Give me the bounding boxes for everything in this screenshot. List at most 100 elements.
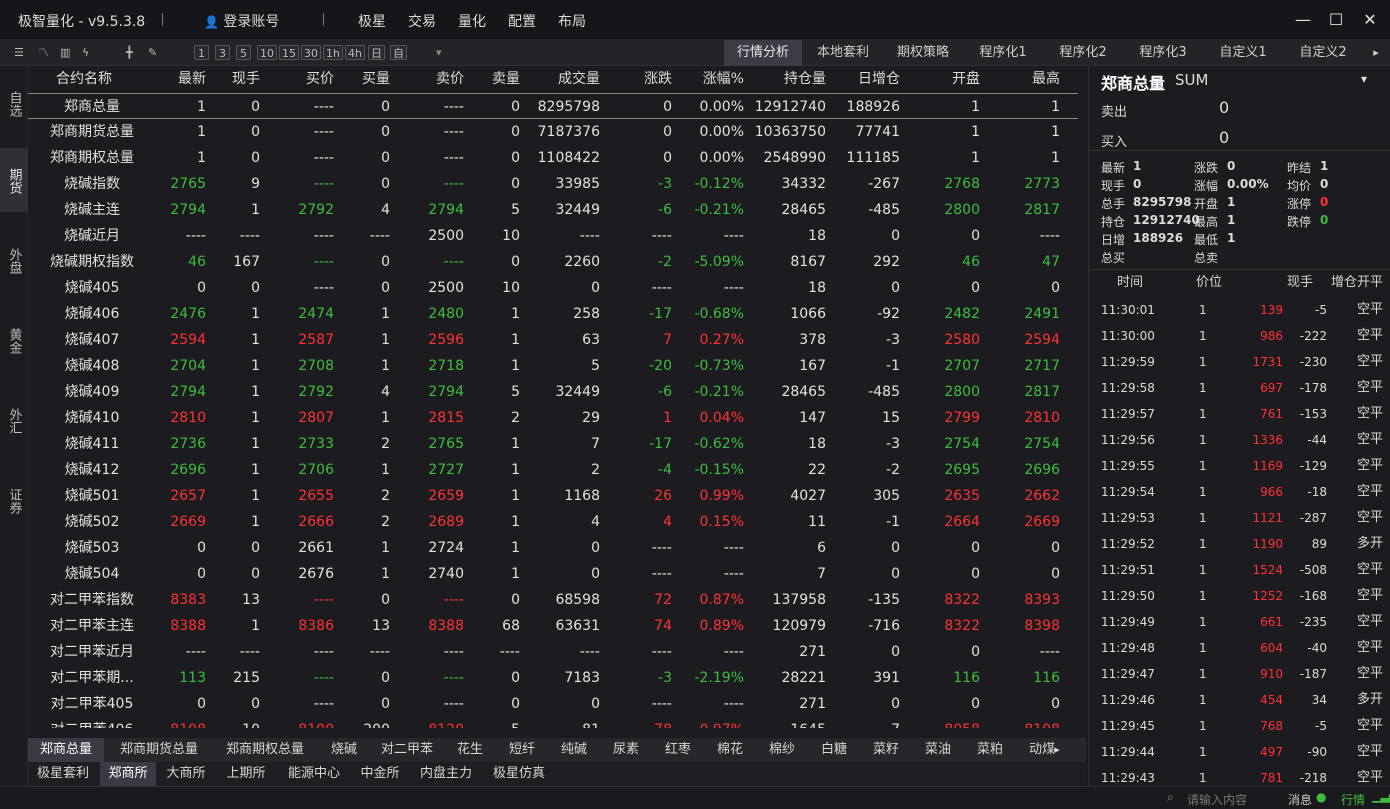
product-tab[interactable]: 纯碱 bbox=[550, 738, 598, 762]
table-row[interactable]: 烧碱412 2696 1 2706 1 2727 1 2 -4 -0.15% 22 -2 2695 269… bbox=[28, 457, 1078, 483]
column-header[interactable]: 成交量 bbox=[520, 66, 600, 92]
column-header[interactable]: 卖价 bbox=[390, 66, 464, 92]
period-4h[interactable]: 4h bbox=[345, 45, 365, 60]
column-header[interactable]: 开盘 bbox=[900, 66, 980, 92]
product-tab[interactable]: 菜油 bbox=[914, 738, 962, 762]
product-tab[interactable]: 对二甲苯 bbox=[372, 738, 442, 762]
column-header[interactable]: 合约名称 bbox=[28, 66, 140, 92]
product-tab[interactable]: 郑商期货总量 bbox=[108, 738, 210, 762]
product-tab[interactable]: 菜籽 bbox=[862, 738, 910, 762]
close-button[interactable]: ✕ bbox=[1357, 8, 1383, 32]
minimize-button[interactable]: — bbox=[1290, 8, 1316, 32]
table-row[interactable]: 烧碱期权指数 46 167 ---- 0 ---- 0 2260 -2 -5.09% 8167 292… bbox=[28, 249, 1078, 275]
tab-program-1[interactable]: 程序化1 bbox=[964, 40, 1042, 66]
column-header[interactable]: 涨幅% bbox=[672, 66, 744, 92]
period-30[interactable]: 30 bbox=[301, 45, 321, 60]
table-row[interactable]: 对二甲苯405 0 0 ---- 0 ---- 0 0 ---- ---- 271 0 0 0 bbox=[28, 691, 1078, 717]
product-tab[interactable]: 棉纱 bbox=[758, 738, 806, 762]
table-row[interactable]: 对二甲苯近月 ---- ---- ---- ---- ---- ---- ---- ---- --… bbox=[28, 639, 1078, 665]
menu-jixing[interactable]: 极星 bbox=[358, 11, 386, 31]
table-row[interactable]: 烧碱503 0 0 2661 1 2724 1 0 ---- ---- 6 0 0 0 bbox=[28, 535, 1078, 561]
tab-market-analysis[interactable]: 行情分析 bbox=[724, 40, 802, 66]
tab-custom-2[interactable]: 自定义2 bbox=[1284, 40, 1362, 66]
message-button[interactable]: 消息 bbox=[1288, 791, 1312, 808]
search-input[interactable]: 请输入内容 bbox=[1187, 791, 1247, 808]
table-row[interactable]: 对二甲苯指数 8383 13 ---- 0 ---- 0 68598 72 0.87% 137958… bbox=[28, 587, 1078, 613]
tab-scroll-right-icon[interactable]: ▸ bbox=[1366, 40, 1386, 66]
product-tab[interactable]: 白糖 bbox=[810, 738, 858, 762]
exchange-tab[interactable]: 大商所 bbox=[158, 762, 214, 786]
draw-line-icon[interactable]: ✎ bbox=[148, 45, 157, 60]
list-view-icon[interactable]: ☰ bbox=[14, 45, 24, 60]
product-tab[interactable]: 郑商期权总量 bbox=[214, 738, 316, 762]
product-tab[interactable]: 棉花 bbox=[706, 738, 754, 762]
tab-option-strategy[interactable]: 期权策略 bbox=[884, 40, 962, 66]
tab-local-arbitrage[interactable]: 本地套利 bbox=[804, 40, 882, 66]
product-tab[interactable]: 烧碱 bbox=[320, 738, 368, 762]
period-custom[interactable]: 自 bbox=[390, 45, 407, 60]
column-header[interactable]: 涨跌 bbox=[600, 66, 672, 92]
table-row[interactable]: 烧碱409 2794 1 2792 4 2794 5 32449 -6 -0.21% 28465 -4… bbox=[28, 379, 1078, 405]
table-row[interactable]: 郑商期权总量 1 0 ---- 0 ---- 0 1108422 0 0.00% 2548990 11… bbox=[28, 145, 1078, 171]
period-10[interactable]: 10 bbox=[257, 45, 277, 60]
dropdown-icon[interactable]: ▾ bbox=[436, 45, 442, 60]
exchange-tab[interactable]: 能源中心 bbox=[278, 762, 350, 786]
sidebar-item-watchlist[interactable]: 自选 bbox=[0, 88, 28, 128]
exchange-tab[interactable]: 极星仿真 bbox=[484, 762, 554, 786]
quote-status[interactable]: 行情 bbox=[1341, 791, 1365, 808]
column-header[interactable]: 买价 bbox=[260, 66, 334, 92]
exchange-tab[interactable]: 内盘主力 bbox=[410, 762, 482, 786]
column-header[interactable]: 最高 bbox=[980, 66, 1060, 92]
sidebar-item-futures[interactable]: 期货 bbox=[0, 148, 28, 212]
tab-program-3[interactable]: 程序化3 bbox=[1124, 40, 1202, 66]
column-header[interactable]: 日增仓 bbox=[826, 66, 900, 92]
table-row[interactable]: 烧碱501 2657 1 2655 2 2659 1 1168 26 0.99% 4027 305 26… bbox=[28, 483, 1078, 509]
product-tabs-more-icon[interactable]: ▸ bbox=[1046, 738, 1068, 762]
column-header[interactable]: 持仓量 bbox=[744, 66, 826, 92]
menu-config[interactable]: 配置 bbox=[508, 11, 536, 31]
table-row[interactable]: 烧碱近月 ---- ---- ---- ---- 2500 10 ---- ---- ---- 18… bbox=[28, 223, 1078, 249]
column-header[interactable]: 卖量 bbox=[464, 66, 520, 92]
table-row[interactable]: 烧碱410 2810 1 2807 1 2815 2 29 1 0.04% 147 15 2799 281… bbox=[28, 405, 1078, 431]
column-header[interactable]: 最新 bbox=[140, 66, 206, 92]
product-tab[interactable]: 红枣 bbox=[654, 738, 702, 762]
table-row[interactable]: 烧碱411 2736 1 2733 2 2765 1 7 -17 -0.62% 18 -3 2754 27… bbox=[28, 431, 1078, 457]
period-3[interactable]: 3 bbox=[215, 45, 230, 60]
table-row[interactable]: 对二甲苯主连 8388 1 8386 13 8388 68 63631 74 0.89% 12097… bbox=[28, 613, 1078, 639]
candle-chart-icon[interactable]: ▥ bbox=[60, 45, 70, 60]
product-tab[interactable]: 花生 bbox=[446, 738, 494, 762]
sidebar-item-forex[interactable]: 外汇 bbox=[0, 408, 28, 448]
table-row[interactable]: 烧碱主连 2794 1 2792 4 2794 5 32449 -6 -0.21% 28465 -48… bbox=[28, 197, 1078, 223]
period-15[interactable]: 15 bbox=[279, 45, 299, 60]
login-button[interactable]: 👤 登录账号 bbox=[204, 11, 279, 31]
table-row[interactable]: 对二甲苯期... 113 215 ---- 0 ---- 0 7183 -3 -2.19% 2822… bbox=[28, 665, 1078, 691]
period-1h[interactable]: 1h bbox=[323, 45, 343, 60]
column-header[interactable]: 买量 bbox=[334, 66, 390, 92]
period-day[interactable]: 日 bbox=[368, 45, 385, 60]
sidebar-item-securities[interactable]: 证券 bbox=[0, 488, 28, 528]
period-1[interactable]: 1 bbox=[194, 45, 209, 60]
product-tab[interactable]: 菜粕 bbox=[966, 738, 1014, 762]
product-tab[interactable]: 尿素 bbox=[602, 738, 650, 762]
exchange-tab[interactable]: 郑商所 bbox=[100, 762, 156, 786]
exchange-tab[interactable]: 极星套利 bbox=[28, 762, 98, 786]
table-row[interactable]: 烧碱405 0 0 ---- 0 2500 10 0 ---- ---- 18 0 0 0 bbox=[28, 275, 1078, 301]
menu-quant[interactable]: 量化 bbox=[458, 11, 486, 31]
tab-custom-1[interactable]: 自定义1 bbox=[1204, 40, 1282, 66]
menu-trade[interactable]: 交易 bbox=[408, 11, 436, 31]
exchange-tab[interactable]: 中金所 bbox=[352, 762, 408, 786]
column-header[interactable]: 现手 bbox=[206, 66, 260, 92]
table-row[interactable]: 郑商期货总量 1 0 ---- 0 ---- 0 7187376 0 0.00% 10363750 7… bbox=[28, 119, 1078, 145]
table-row[interactable]: 对二甲苯40681081081002008120581780.97%164578… bbox=[28, 717, 1078, 728]
line-chart-icon[interactable]: 〽 bbox=[38, 45, 49, 60]
sidebar-item-foreign[interactable]: 外盘 bbox=[0, 248, 28, 288]
table-row[interactable]: 烧碱406 2476 1 2474 1 2480 1 258 -17 -0.68% 1066 -92 2… bbox=[28, 301, 1078, 327]
tab-program-2[interactable]: 程序化2 bbox=[1044, 40, 1122, 66]
product-tab[interactable]: 短纤 bbox=[498, 738, 546, 762]
maximize-button[interactable]: ☐ bbox=[1323, 8, 1349, 32]
table-row[interactable]: 郑商总量 1 0 ---- 0 ---- 0 8295798 0 0.00% 12912740 188… bbox=[28, 93, 1078, 119]
product-tab[interactable]: 郑商总量 bbox=[28, 738, 104, 762]
panel-dropdown-icon[interactable]: ▾ bbox=[1361, 72, 1367, 86]
table-row[interactable]: 烧碱502 2669 1 2666 2 2689 1 4 4 0.15% 11 -1 2664 2669 bbox=[28, 509, 1078, 535]
cross-cursor-icon[interactable]: ╋ bbox=[126, 45, 133, 60]
